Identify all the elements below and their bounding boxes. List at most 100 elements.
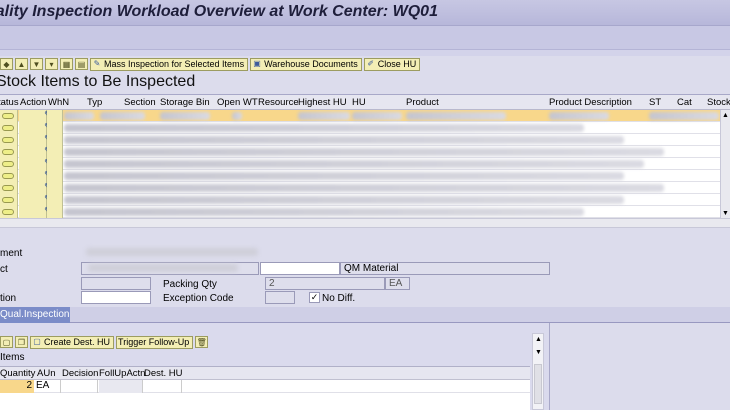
follupactn-cell[interactable]	[99, 380, 143, 393]
items-title: Items	[0, 352, 25, 363]
tab-strip: Qual.Inspection	[0, 307, 730, 323]
stock-items-title: Stock Items to Be Inspected	[0, 73, 196, 90]
no-diff-checkbox[interactable]: ✓	[309, 292, 320, 303]
status-light-icon	[2, 125, 14, 131]
menu-strip	[0, 26, 730, 50]
col-dest-hu[interactable]: Dest. HU	[144, 368, 183, 379]
location-field[interactable]	[81, 291, 151, 304]
document-icon: ▣	[253, 59, 261, 68]
dest-hu-cell[interactable]	[144, 380, 182, 393]
pane-vertical-scrollbar[interactable]: ▲ ▼	[532, 333, 544, 410]
copy-icon[interactable]: ❐	[15, 336, 28, 348]
pane-toolbar: ▢ ❐ ▢ Create Dest. HU Trigger Follow-Up …	[0, 335, 209, 349]
packing-uom-field[interactable]: EA	[385, 277, 410, 290]
filter-icon[interactable]: ▼	[30, 58, 43, 70]
grid-vertical-scrollbar[interactable]: ▲ ▼	[720, 110, 730, 218]
new-document-icon[interactable]: ▢	[0, 336, 13, 348]
product-label: ct	[0, 264, 8, 275]
trigger-follow-up-button[interactable]: Trigger Follow-Up	[116, 335, 194, 349]
items-grid: Quantity AUn Decision FollUpActn Dest. H…	[0, 366, 530, 410]
scroll-up-icon[interactable]: ▲	[722, 112, 729, 119]
decision-cell[interactable]	[62, 380, 98, 393]
status-light-icon	[2, 185, 14, 191]
layout-icon[interactable]: ▦	[60, 58, 73, 70]
sort-ascending-icon[interactable]: ▲	[15, 58, 28, 70]
close-hu-button[interactable]: ✐ Close HU	[363, 57, 421, 71]
details-icon[interactable]: ◆	[0, 58, 13, 70]
table-row[interactable]: ✎	[0, 182, 730, 194]
detail-form: ment ct QM Material Packing Qty 2 EA tio…	[0, 236, 730, 308]
packing-qty-label: Packing Qty	[163, 279, 217, 290]
mass-inspection-label: Mass Inspection for Selected Items	[104, 59, 245, 69]
col-product[interactable]: Product	[406, 97, 439, 108]
filter-options-icon[interactable]: ▾	[45, 58, 58, 70]
scroll-thumb[interactable]	[534, 364, 542, 404]
product-subfield[interactable]	[260, 262, 340, 275]
col-typ[interactable]: Typ	[87, 97, 102, 108]
create-dest-hu-button[interactable]: ▢ Create Dest. HU	[30, 335, 115, 349]
col-product-description[interactable]: Product Description	[549, 97, 632, 108]
col-highest-hu[interactable]: Highest HU	[298, 97, 347, 108]
items-grid-header: Quantity AUn Decision FollUpActn Dest. H…	[0, 367, 530, 380]
col-open-wt[interactable]: Open WT	[217, 97, 258, 108]
col-cat[interactable]: Cat	[677, 97, 692, 108]
no-diff-label: No Diff.	[322, 293, 356, 304]
col-st[interactable]: ST	[649, 97, 661, 108]
table-row[interactable]: ✎	[0, 146, 730, 158]
status-light-icon	[2, 161, 14, 167]
col-status[interactable]: tatus	[0, 97, 19, 108]
table-row[interactable]: ✎	[0, 122, 730, 134]
table-row[interactable]: 2 EA	[0, 380, 530, 393]
status-light-icon	[2, 149, 14, 155]
col-whn[interactable]: WhN	[48, 97, 69, 108]
status-light-icon	[2, 173, 14, 179]
col-hu[interactable]: HU	[352, 97, 366, 108]
table-row[interactable]: ✎	[0, 170, 730, 182]
document-value	[86, 248, 258, 256]
quantity-cell[interactable]: 2	[0, 380, 34, 393]
table-row[interactable]: ✎	[0, 110, 730, 122]
scroll-up-icon[interactable]: ▲	[535, 336, 542, 343]
document-icon: ▢	[33, 337, 41, 346]
col-decision[interactable]: Decision	[62, 368, 98, 379]
col-resource[interactable]: Resource	[258, 97, 299, 108]
create-dest-hu-label: Create Dest. HU	[44, 337, 111, 347]
status-light-icon	[2, 113, 14, 119]
warehouse-documents-label: Warehouse Documents	[264, 59, 358, 69]
col-section[interactable]: Section	[124, 97, 156, 108]
scroll-down-icon[interactable]: ▼	[722, 210, 729, 217]
grid-header: tatus Action WhN Typ Section Storage Bin…	[0, 95, 730, 110]
pencil-icon: ✎	[93, 59, 101, 68]
exception-code-field[interactable]	[265, 291, 295, 304]
table-row[interactable]: ✎	[0, 158, 730, 170]
warehouse-documents-button[interactable]: ▣ Warehouse Documents	[250, 57, 362, 71]
table-row[interactable]: ✎	[0, 194, 730, 206]
document-label: ment	[0, 248, 23, 259]
grid-horizontal-scrollbar[interactable]	[0, 218, 730, 228]
table-row[interactable]: ✎	[0, 134, 730, 146]
col-action[interactable]: Action	[20, 97, 46, 108]
trigger-follow-up-label: Trigger Follow-Up	[118, 337, 190, 347]
qual-inspection-pane: ▢ ❐ ▢ Create Dest. HU Trigger Follow-Up …	[0, 323, 550, 410]
grid-toolbar: ◆ ▲ ▼ ▾ ▦ ▤ ✎ Mass Inspection for Select…	[0, 56, 730, 72]
tab-qual-inspection[interactable]: Qual.Inspection	[0, 307, 70, 323]
col-storage-bin[interactable]: Storage Bin	[160, 97, 210, 108]
aun-cell[interactable]: EA	[36, 380, 61, 393]
title-bar: uality Inspection Workload Overview at W…	[0, 0, 730, 26]
col-quantity[interactable]: Quantity	[0, 368, 35, 379]
status-light-icon	[2, 197, 14, 203]
col-stock[interactable]: Stock	[707, 97, 730, 108]
col-aun[interactable]: AUn	[37, 368, 55, 379]
close-hu-label: Close HU	[377, 59, 417, 69]
trash-icon[interactable]: 🗑	[195, 336, 209, 348]
export-icon[interactable]: ▤	[75, 58, 88, 70]
small-field[interactable]	[81, 277, 151, 290]
location-label: tion	[0, 293, 17, 304]
col-follupactn[interactable]: FollUpActn	[99, 368, 145, 379]
scroll-down-icon[interactable]: ▼	[535, 349, 542, 356]
packing-qty-field[interactable]: 2	[265, 277, 385, 290]
window-title: uality Inspection Workload Overview at W…	[0, 3, 438, 20]
table-row[interactable]: ✎	[0, 206, 730, 218]
stock-items-grid: tatus Action WhN Typ Section Storage Bin…	[0, 94, 730, 218]
mass-inspection-button[interactable]: ✎ Mass Inspection for Selected Items	[90, 57, 249, 71]
